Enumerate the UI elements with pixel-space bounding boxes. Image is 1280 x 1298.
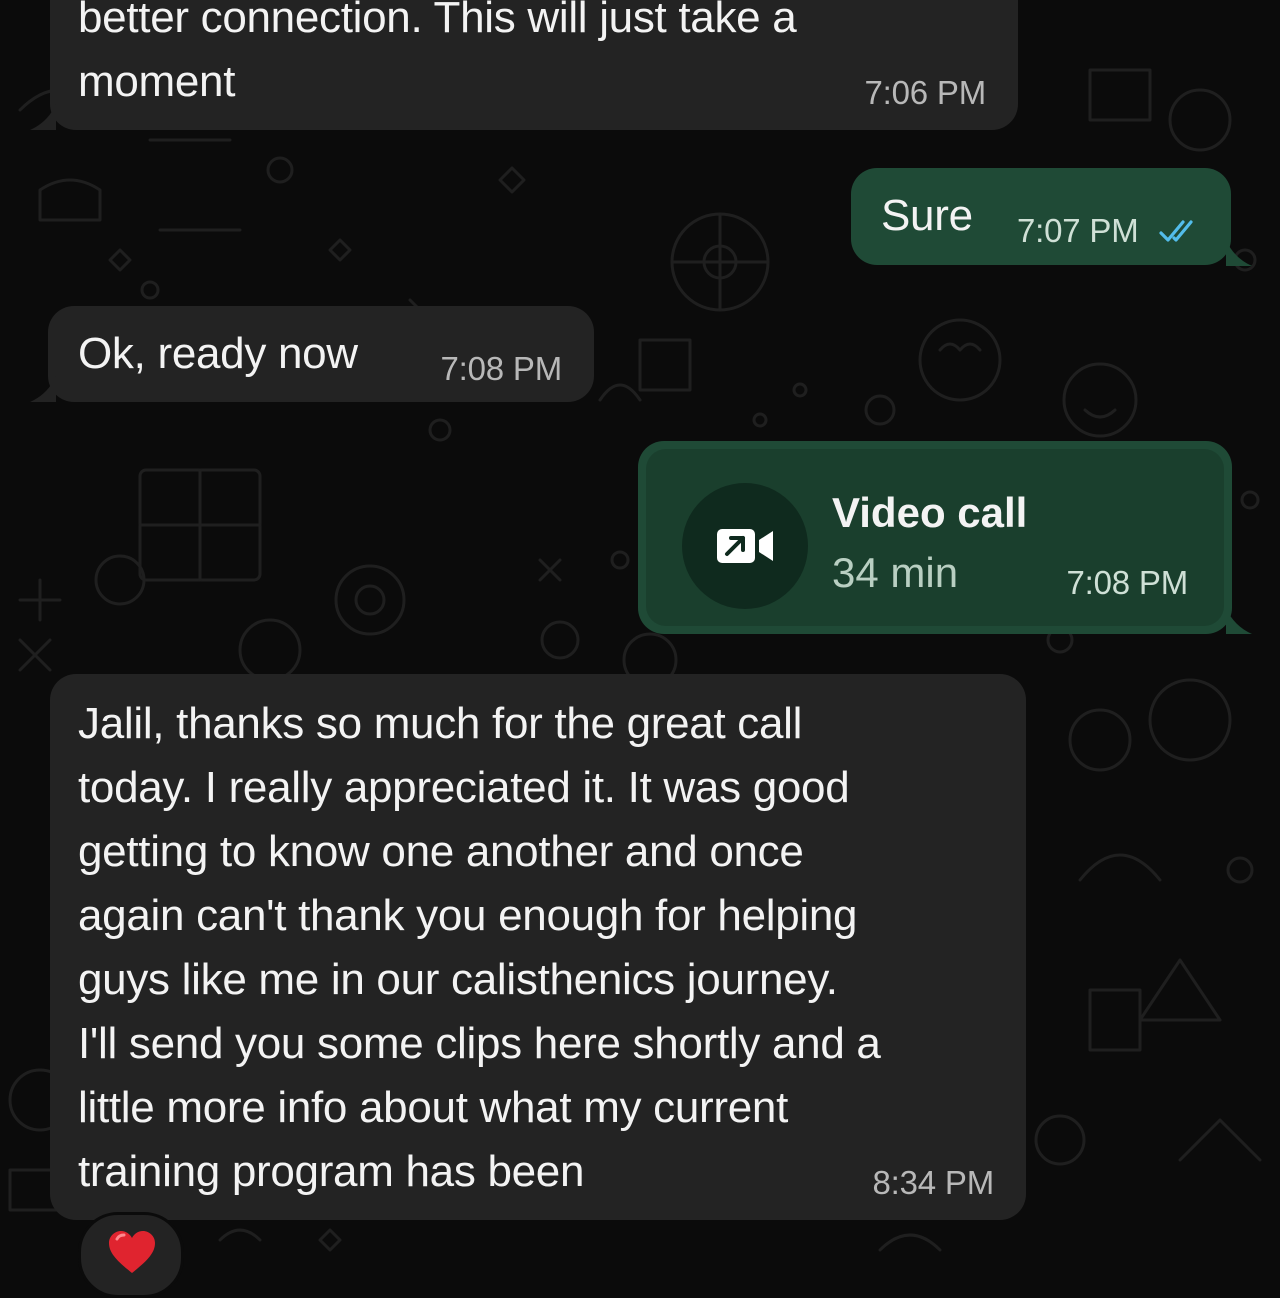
message-bubble-incoming[interactable]: better connection. This will just take a… bbox=[50, 0, 1018, 130]
message-bubble-incoming[interactable]: Ok, ready now 7:08 PM bbox=[48, 306, 594, 402]
read-receipt-icon bbox=[1159, 220, 1193, 242]
bubble-tail bbox=[30, 376, 56, 402]
video-call-bubble[interactable]: Video call 34 min 7:08 PM bbox=[638, 441, 1232, 634]
message-bubble-incoming[interactable]: Jalil, thanks so much for the great call… bbox=[50, 674, 1026, 1220]
message-bubble-outgoing[interactable]: Sure 7:07 PM bbox=[851, 168, 1231, 265]
message-time: 7:08 PM bbox=[440, 350, 563, 387]
call-card[interactable]: Video call 34 min 7:08 PM bbox=[646, 449, 1224, 626]
message-time: 7:06 PM bbox=[864, 74, 987, 111]
message-text: Ok, ready now bbox=[78, 329, 358, 378]
message-text: Jalil, thanks so much for the great call… bbox=[78, 699, 881, 1196]
message-time: 8:34 PM bbox=[872, 1164, 995, 1201]
message-time: 7:07 PM bbox=[1017, 212, 1139, 249]
video-call-outgoing-icon bbox=[682, 483, 808, 609]
message-reaction[interactable] bbox=[78, 1212, 184, 1298]
call-duration: 34 min bbox=[832, 549, 959, 596]
bubble-tail bbox=[1226, 608, 1252, 634]
bubble-tail bbox=[30, 104, 56, 130]
call-title: Video call bbox=[832, 489, 1028, 536]
message-text: Sure bbox=[881, 191, 973, 240]
heart-emoji-icon bbox=[109, 1231, 155, 1273]
message-time: 7:08 PM bbox=[1066, 564, 1189, 601]
bubble-tail bbox=[1226, 240, 1252, 266]
message-text: better connection. This will just take a… bbox=[78, 0, 797, 106]
